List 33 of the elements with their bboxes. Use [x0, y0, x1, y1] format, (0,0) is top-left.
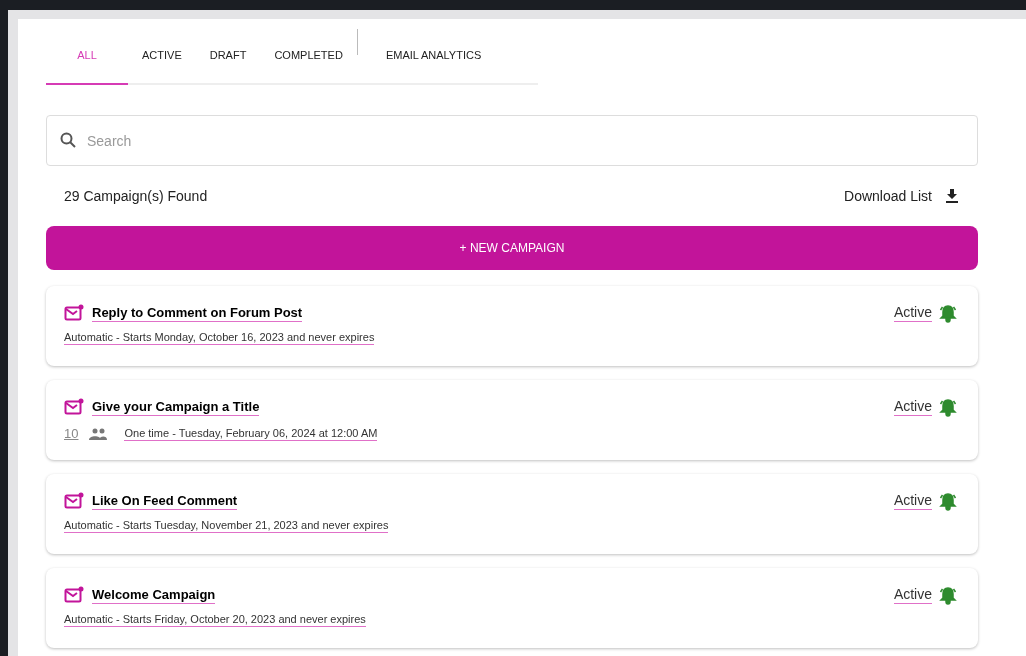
tab[interactable]: ALL	[46, 21, 128, 85]
recipient-count[interactable]: 10	[64, 424, 79, 444]
bell-icon	[938, 398, 958, 418]
campaign-title[interactable]: Like On Feed Comment	[92, 492, 238, 510]
campaign-title[interactable]: Welcome Campaign	[92, 586, 216, 604]
campaign-status[interactable]: Active	[893, 304, 932, 322]
campaign-status[interactable]: Active	[893, 586, 932, 604]
search-icon	[60, 132, 76, 148]
download-icon	[946, 189, 958, 203]
tab[interactable]: EMAIL ANALYTICS	[371, 21, 496, 85]
campaign-status[interactable]: Active	[893, 398, 932, 416]
tab[interactable]: COMPLETED	[260, 21, 357, 85]
campaign-title[interactable]: Give your Campaign a Title	[92, 398, 260, 416]
people-icon	[88, 427, 109, 440]
campaign-title[interactable]: Reply to Comment on Forum Post	[92, 304, 303, 322]
bell-icon	[938, 304, 958, 324]
campaign-schedule[interactable]: Automatic - Starts Tuesday, November 21, 2023 and never expires	[64, 518, 389, 533]
campaign-schedule[interactable]: One time - Tuesday, February 06, 2024 at 12:00 AM	[124, 426, 378, 442]
bell-icon	[938, 586, 958, 606]
results-count: 29 Campaign(s) Found	[64, 186, 208, 206]
mail-icon	[64, 492, 84, 510]
new-campaign-button[interactable]: + NEW CAMPAIGN	[46, 226, 978, 270]
bell-icon	[938, 492, 958, 512]
tab[interactable]: DRAFT	[195, 21, 261, 85]
download-link[interactable]: Download List	[844, 185, 958, 207]
campaign-schedule[interactable]: Automatic - Starts Friday, October 20, 2023 and never expires	[64, 612, 366, 627]
search-field[interactable]: Search	[46, 115, 978, 166]
mail-icon	[64, 586, 84, 604]
campaign-status[interactable]: Active	[893, 492, 932, 510]
tab[interactable]: ACTIVE	[128, 21, 196, 85]
mail-icon	[64, 398, 84, 416]
mail-icon	[64, 304, 84, 322]
campaign-schedule[interactable]: Automatic - Starts Monday, October 16, 2023 and never expires	[64, 330, 375, 345]
